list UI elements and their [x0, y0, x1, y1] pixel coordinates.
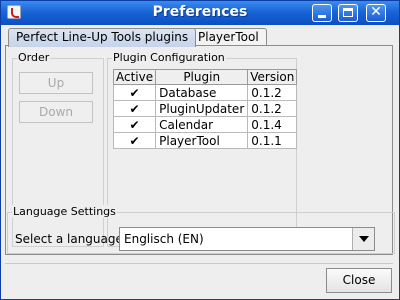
minimize-icon: [318, 15, 326, 18]
active-checkbox[interactable]: ✔: [112, 100, 157, 117]
close-button[interactable]: Close: [326, 268, 392, 293]
up-button[interactable]: Up: [19, 72, 93, 94]
active-checkbox[interactable]: ✔: [112, 84, 157, 101]
close-window-button[interactable]: ✕: [366, 4, 386, 22]
checkmark-icon: ✔: [129, 117, 140, 132]
active-checkbox[interactable]: ✔: [112, 116, 157, 133]
table-row[interactable]: ✔ PluginUpdater 0.1.2: [112, 100, 298, 117]
column-header-version[interactable]: Version: [247, 69, 298, 85]
plugin-name-cell[interactable]: Calendar: [155, 116, 249, 133]
language-dropdown-value: Englisch (EN): [124, 232, 204, 246]
tab-playertool[interactable]: PlayerTool: [190, 28, 267, 46]
plugin-name-cell[interactable]: PluginUpdater: [155, 100, 249, 117]
title-bar[interactable]: Preferences ✕: [1, 1, 399, 25]
column-header-plugin[interactable]: Plugin: [155, 69, 249, 85]
plugin-name-cell[interactable]: PlayerTool: [155, 132, 249, 149]
checkmark-icon: ✔: [129, 133, 140, 148]
table-row[interactable]: ✔ PlayerTool 0.1.1: [112, 132, 298, 149]
active-checkbox[interactable]: ✔: [112, 132, 157, 149]
maximize-icon: [343, 8, 353, 17]
tab-perfect-lineup-plugins[interactable]: Perfect Line-Up Tools plugins: [8, 28, 197, 47]
plugin-name-cell[interactable]: Database: [155, 84, 249, 101]
table-row[interactable]: ✔ Calendar 0.1.4: [112, 116, 298, 133]
plugin-version-cell[interactable]: 0.1.2: [247, 100, 298, 117]
minimize-button[interactable]: [312, 4, 332, 22]
divider: [5, 263, 393, 264]
plugin-version-cell[interactable]: 0.1.4: [247, 116, 298, 133]
select-language-label: Select a language: [15, 232, 123, 246]
close-icon: ✕: [370, 4, 382, 20]
chevron-down-icon[interactable]: [352, 228, 374, 250]
plugin-table: Active Plugin Version ✔ Database 0.1.2 ✔…: [112, 69, 298, 149]
checkmark-icon: ✔: [129, 85, 140, 100]
order-group-title: Order: [17, 51, 51, 64]
plugin-version-cell[interactable]: 0.1.2: [247, 84, 298, 101]
preferences-window: Preferences ✕ Perfect Line-Up Tools plug…: [0, 0, 400, 300]
plugin-configuration-title: Plugin Configuration: [112, 51, 226, 64]
column-header-active[interactable]: Active: [112, 69, 157, 85]
language-dropdown[interactable]: Englisch (EN): [119, 227, 375, 251]
table-row[interactable]: ✔ Database 0.1.2: [112, 84, 298, 101]
maximize-button[interactable]: [338, 4, 358, 22]
language-settings-title: Language Settings: [12, 205, 117, 218]
plugin-version-cell[interactable]: 0.1.1: [247, 132, 298, 149]
table-header-row: Active Plugin Version: [112, 69, 298, 85]
checkmark-icon: ✔: [129, 101, 140, 116]
down-button[interactable]: Down: [19, 101, 93, 123]
